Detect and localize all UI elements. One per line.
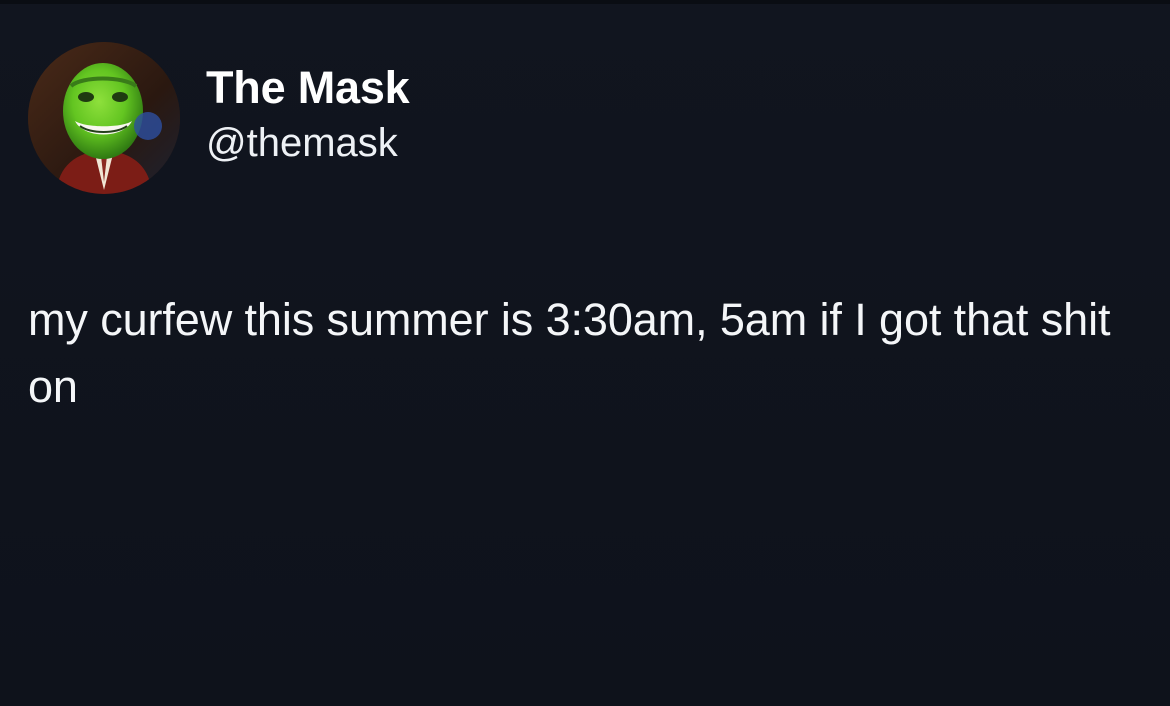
display-name[interactable]: The Mask — [206, 63, 410, 113]
profile-identity: The Mask @themask — [206, 63, 410, 165]
green-mask-avatar-icon — [28, 42, 180, 194]
tweet-card: The Mask @themask my curfew this summer … — [0, 0, 1170, 706]
profile-avatar[interactable] — [28, 42, 180, 194]
profile-handle[interactable]: @themask — [206, 121, 409, 165]
top-edge — [0, 0, 1170, 4]
tweet-text: my curfew this summer is 3:30am, 5am if … — [28, 294, 1111, 412]
tweet-header: The Mask @themask — [28, 42, 410, 194]
